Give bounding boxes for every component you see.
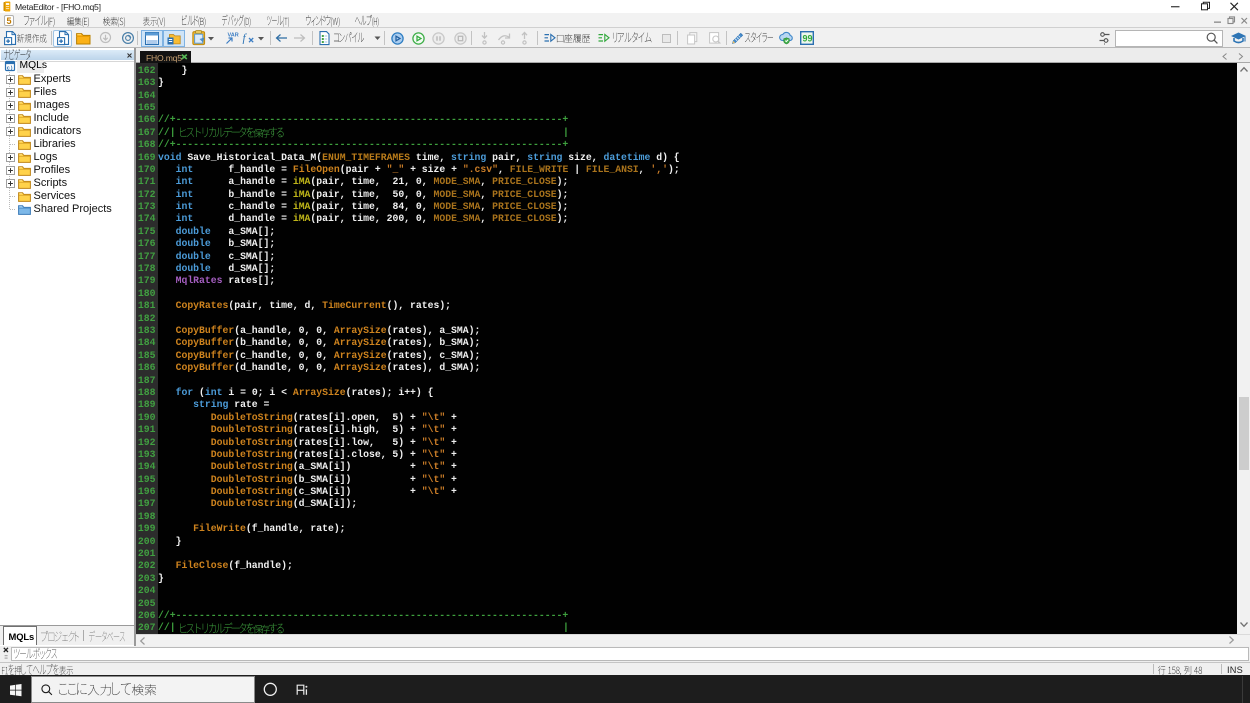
svg-text:f: f <box>243 33 248 45</box>
svg-text:c): c) <box>7 64 14 71</box>
svg-text:99: 99 <box>803 34 813 44</box>
